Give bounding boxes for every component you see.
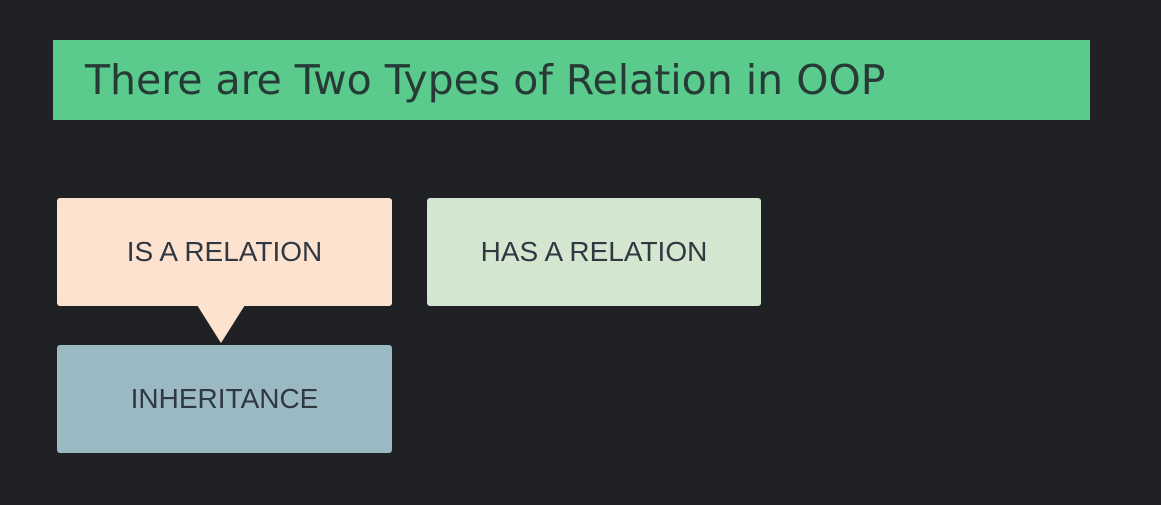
is-a-relation-box: IS A RELATION [57, 198, 392, 306]
has-a-relation-label: HAS A RELATION [480, 236, 708, 267]
slide-title: There are Two Types of Relation in OOP [85, 56, 886, 104]
inheritance-box: INHERITANCE [57, 345, 392, 453]
title-bar: There are Two Types of Relation in OOP [53, 40, 1090, 120]
inheritance-label: INHERITANCE [130, 383, 319, 414]
is-a-relation-label: IS A RELATION [126, 236, 323, 267]
has-a-relation-box: HAS A RELATION [427, 198, 761, 306]
callout-pointer [197, 305, 245, 343]
